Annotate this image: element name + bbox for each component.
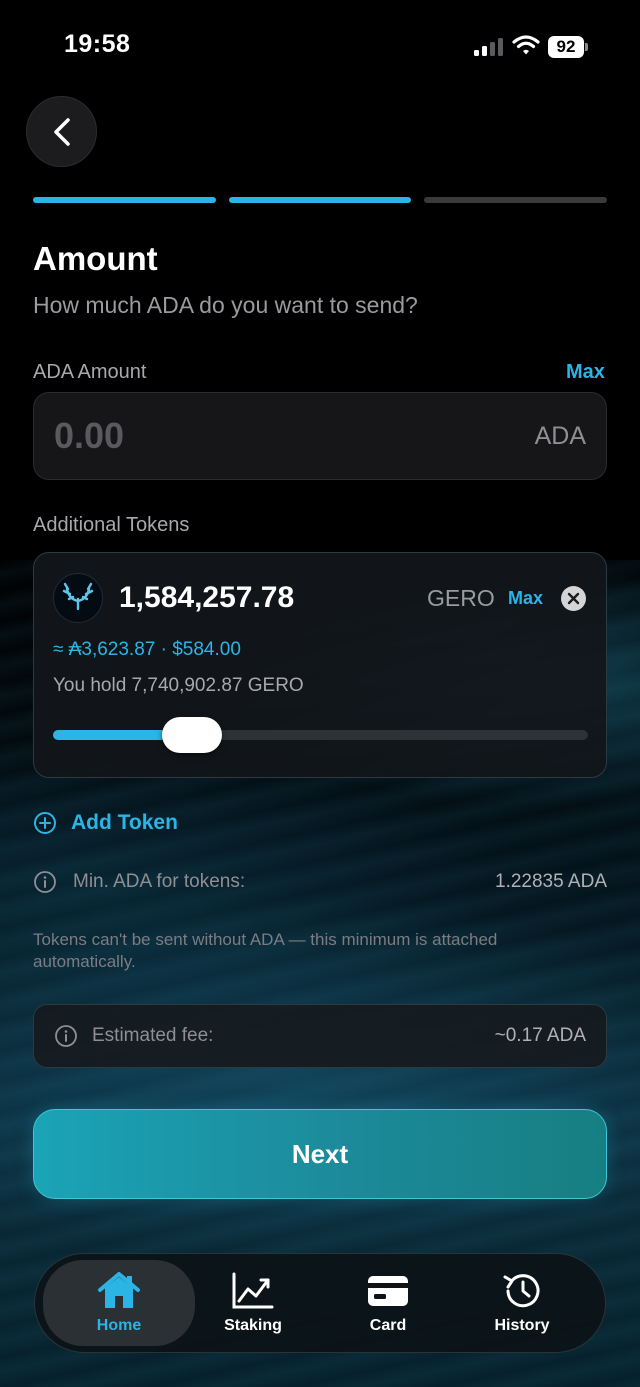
step-2 bbox=[228, 197, 412, 203]
token-symbol: GERO bbox=[427, 585, 495, 611]
step-1 bbox=[33, 197, 216, 203]
tab-home-label: Home bbox=[96, 1317, 142, 1334]
gero-token-icon bbox=[53, 573, 103, 623]
info-icon bbox=[34, 871, 56, 893]
chevron-left-icon bbox=[53, 117, 70, 146]
slider-thumb[interactable] bbox=[162, 717, 222, 753]
tab-card-label: Card bbox=[369, 1317, 407, 1334]
additional-tokens-label: Additional Tokens bbox=[33, 514, 190, 536]
ada-amount-label: ADA Amount bbox=[33, 361, 147, 383]
info-icon bbox=[55, 1025, 77, 1047]
next-button[interactable]: Next bbox=[33, 1109, 607, 1199]
tab-card[interactable]: Card bbox=[312, 1260, 464, 1346]
tab-staking[interactable]: Staking bbox=[177, 1260, 329, 1346]
plus-circle-icon bbox=[34, 812, 56, 834]
page-subtitle: How much ADA do you want to send? bbox=[33, 292, 418, 318]
step-progress bbox=[33, 197, 608, 204]
add-token-button[interactable]: Add Token bbox=[33, 811, 178, 835]
min-ada-note: Tokens can't be sent without ADA — this … bbox=[33, 930, 498, 971]
token-balance: You hold 7,740,902.87 GERO bbox=[53, 675, 304, 696]
close-icon bbox=[567, 592, 580, 605]
ada-max-button[interactable]: Max bbox=[566, 361, 605, 384]
status-time: 19:58 bbox=[64, 30, 131, 58]
token-amount[interactable]: 1,584,257.78 bbox=[119, 581, 294, 615]
remove-token-button[interactable] bbox=[561, 586, 586, 611]
signal-icon bbox=[474, 38, 506, 56]
step-3 bbox=[424, 197, 608, 203]
min-ada-row: Min. ADA for tokens: 1.22835 ADA bbox=[33, 870, 607, 894]
page-title: Amount bbox=[33, 240, 158, 277]
token-amount-slider[interactable] bbox=[53, 717, 588, 753]
wifi-icon bbox=[512, 34, 540, 56]
estimated-fee-box: Estimated fee: ~0.17 ADA bbox=[33, 1004, 607, 1068]
token-max-button[interactable]: Max bbox=[508, 588, 543, 609]
token-card: 1,584,257.78 GERO Max ≈ ₳3,623.87 · $584… bbox=[33, 552, 607, 778]
token-fiat-value: ≈ ₳3,623.87 · $584.00 bbox=[53, 639, 241, 660]
tab-home[interactable]: Home bbox=[43, 1260, 195, 1346]
ada-unit: ADA bbox=[534, 421, 586, 450]
battery-level: 92 bbox=[548, 36, 584, 58]
min-ada-label: Min. ADA for tokens: bbox=[73, 871, 246, 892]
card-icon bbox=[365, 1271, 411, 1311]
chart-icon bbox=[230, 1271, 276, 1311]
tab-history[interactable]: History bbox=[446, 1260, 598, 1346]
battery-icon: 92 bbox=[548, 36, 588, 58]
slider-fill bbox=[53, 730, 170, 740]
history-icon bbox=[499, 1271, 545, 1311]
back-button[interactable] bbox=[26, 96, 97, 167]
add-token-label: Add Token bbox=[71, 811, 178, 834]
ada-amount-value: 0.00 bbox=[54, 415, 125, 456]
fee-value: ~0.17 ADA bbox=[494, 1025, 586, 1046]
ada-amount-input[interactable]: 0.00 ADA bbox=[33, 392, 607, 480]
bottom-tab-bar: Home Staking Card History bbox=[34, 1253, 606, 1353]
fee-label: Estimated fee: bbox=[92, 1025, 214, 1046]
home-icon bbox=[96, 1271, 142, 1311]
tab-history-label: History bbox=[494, 1317, 550, 1334]
min-ada-value: 1.22835 ADA bbox=[495, 871, 607, 892]
tab-staking-label: Staking bbox=[224, 1317, 282, 1334]
